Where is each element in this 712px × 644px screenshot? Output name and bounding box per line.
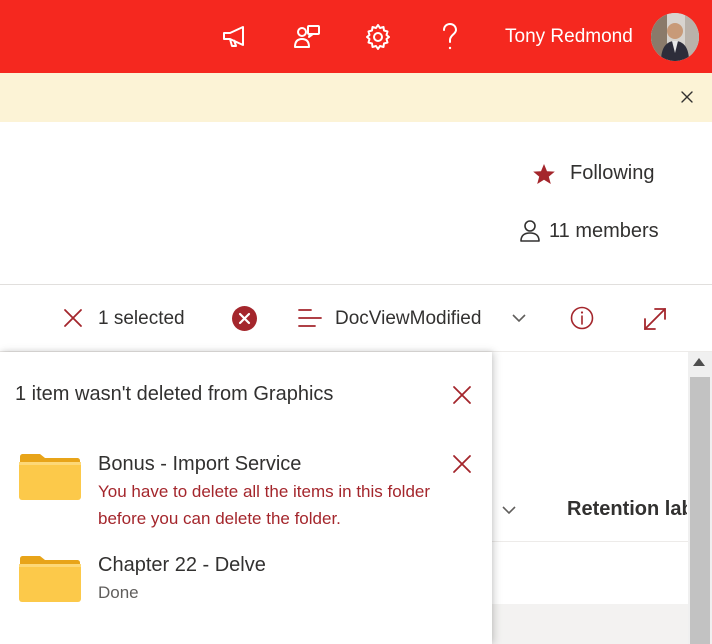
scrollbar-thumb[interactable] <box>690 377 710 644</box>
list-row[interactable] <box>492 604 688 644</box>
selection-count: 1 selected <box>98 308 185 329</box>
expand-icon[interactable] <box>642 306 668 332</box>
suite-bar: Tony Redmond <box>0 0 712 73</box>
close-icon[interactable] <box>451 453 473 475</box>
megaphone-icon[interactable] <box>218 20 252 54</box>
view-options-icon[interactable] <box>298 306 322 330</box>
following-button[interactable]: Following <box>532 162 654 185</box>
error-icon[interactable] <box>232 306 257 331</box>
header-divider <box>0 284 712 285</box>
members-button[interactable]: 11 members <box>519 219 659 243</box>
scroll-up-icon[interactable] <box>693 358 705 366</box>
column-header-divider <box>492 541 688 542</box>
panel-title: 1 item wasn't deleted from Graphics <box>15 383 334 405</box>
chevron-down-icon[interactable] <box>511 311 527 325</box>
user-name[interactable]: Tony Redmond <box>505 26 633 48</box>
gear-icon[interactable] <box>361 20 395 54</box>
feedback-icon[interactable] <box>290 20 324 54</box>
column-header-retention-label[interactable]: Retention lab <box>567 498 687 521</box>
list-item-status: Done <box>98 583 139 602</box>
star-icon <box>533 163 555 184</box>
chevron-down-icon[interactable] <box>500 503 518 517</box>
folder-icon <box>18 555 82 603</box>
close-icon[interactable] <box>451 384 473 406</box>
list-item-error-message: You have to delete all the items in this… <box>98 482 431 528</box>
folder-icon <box>18 453 82 501</box>
avatar[interactable] <box>651 13 699 61</box>
close-icon[interactable] <box>678 88 696 106</box>
info-icon[interactable] <box>570 306 594 330</box>
list-item-name: Chapter 22 - Delve <box>98 554 266 576</box>
view-selector[interactable]: DocViewModified <box>335 308 481 330</box>
list-item-name: Bonus - Import Service <box>98 453 302 475</box>
members-label: 11 members <box>549 219 659 242</box>
person-icon <box>520 220 540 242</box>
notification-bar <box>0 73 712 122</box>
following-label: Following <box>570 162 655 184</box>
clear-selection-icon[interactable] <box>62 307 84 329</box>
help-icon[interactable] <box>433 20 467 54</box>
